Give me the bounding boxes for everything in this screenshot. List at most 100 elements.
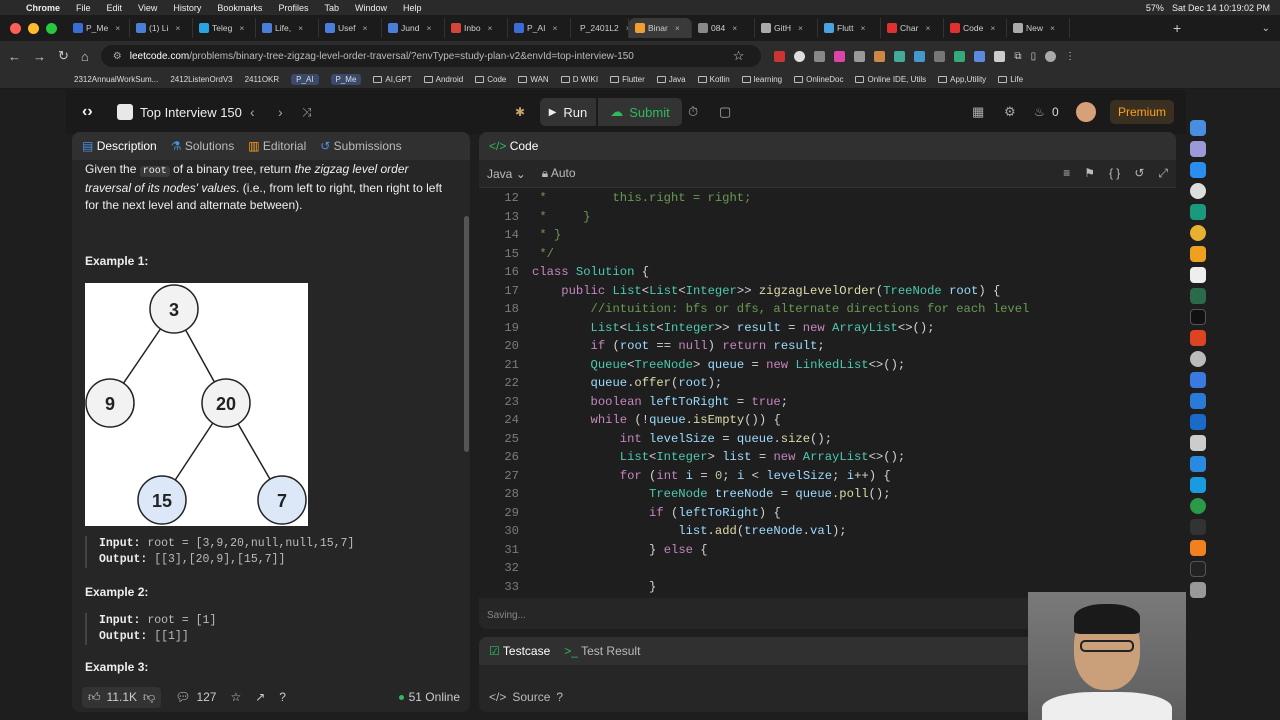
help-circle-icon[interactable]: ? [556, 690, 563, 704]
bookmark-item[interactable]: Kotlin [697, 75, 730, 84]
close-tab-icon[interactable]: × [1050, 23, 1055, 33]
app-icon[interactable] [1190, 372, 1206, 388]
menu-window[interactable]: Window [355, 3, 387, 13]
app-icon[interactable] [1190, 498, 1206, 514]
chrome-icon[interactable] [1190, 225, 1206, 241]
code-line[interactable]: 16 class Solution { [479, 263, 1176, 282]
language-select[interactable]: Java ⌄ [487, 167, 526, 181]
extension-icon[interactable] [794, 50, 806, 62]
leetcode-logo-icon[interactable]: ‹› [82, 103, 93, 121]
bookmark-item[interactable]: OnlineDoc [794, 75, 843, 84]
bookmark-item[interactable]: Life [998, 75, 1023, 84]
close-tab-icon[interactable]: × [675, 23, 680, 33]
reset-icon[interactable]: ↺ [1134, 166, 1144, 181]
tab-description[interactable]: ▤ Description [82, 139, 157, 153]
bookmark-item[interactable]: 2312AnnualWorkSum... [74, 75, 158, 84]
app-icon[interactable] [1190, 351, 1206, 367]
shuffle-icon[interactable]: ⤨ [302, 105, 312, 120]
new-tab-button[interactable]: + [1173, 20, 1181, 36]
browser-tab[interactable]: 084 × [692, 18, 755, 38]
browser-tab[interactable]: GitH × [755, 18, 818, 38]
code-line[interactable]: 20 if (root == null) return result; [479, 337, 1176, 356]
bookmark-item[interactable]: Android [423, 75, 463, 84]
code-line[interactable]: 17 public List<List<Integer>> zigzagLeve… [479, 282, 1176, 301]
battery-percent[interactable]: 57% [1146, 3, 1164, 13]
close-window-button[interactable] [10, 22, 21, 34]
url-bar[interactable]: ⚙ leetcode.com/problems/binary-tree-zigz… [100, 45, 761, 67]
code-line[interactable]: 31 } else { [479, 541, 1176, 560]
menu-view[interactable]: View [138, 3, 157, 13]
menu-history[interactable]: History [173, 3, 201, 13]
extension-icon[interactable] [774, 50, 786, 62]
premium-button[interactable]: Premium [1110, 100, 1174, 124]
extension-icon[interactable] [834, 50, 846, 62]
submit-button[interactable]: ☁ Submit [598, 98, 682, 126]
launchpad-icon[interactable] [1190, 141, 1206, 157]
browser-tab[interactable]: (1) Li × [130, 18, 193, 38]
outlook-icon[interactable] [1190, 414, 1206, 430]
app-icon[interactable] [1190, 246, 1206, 262]
extension-icon[interactable] [974, 50, 986, 62]
bookmark-item[interactable]: learning [741, 75, 782, 84]
reload-icon[interactable]: ↻ [58, 48, 69, 64]
close-tab-icon[interactable]: × [239, 23, 244, 33]
close-tab-icon[interactable]: × [552, 23, 557, 33]
run-button[interactable]: ▶ Run [540, 98, 596, 126]
streak-flame-icon[interactable]: ♨ [1034, 105, 1045, 119]
close-tab-icon[interactable]: × [362, 23, 367, 33]
site-info-icon[interactable]: ⚙ [113, 51, 122, 62]
browser-tab[interactable]: Code × [944, 18, 1007, 38]
code-line[interactable]: 22 queue.offer(root); [479, 374, 1176, 393]
browser-tab[interactable]: Teleg × [193, 18, 256, 38]
finder-icon[interactable] [1190, 120, 1206, 136]
menu-help[interactable]: Help [403, 3, 422, 13]
code-tab[interactable]: </> Code [489, 139, 538, 153]
code-line[interactable]: 13 * } [479, 208, 1176, 227]
tab-test-result[interactable]: >_ Test Result [564, 644, 640, 658]
browser-tab[interactable]: Char × [881, 18, 944, 38]
close-tab-icon[interactable]: × [861, 23, 866, 33]
extensions-puzzle-icon[interactable]: ⧉ [1014, 51, 1021, 62]
app-icon[interactable] [1190, 561, 1206, 577]
timer-icon[interactable]: ⏱ [688, 104, 698, 120]
extension-icon[interactable] [894, 50, 906, 62]
typora-icon[interactable] [1190, 267, 1206, 283]
bookmark-item[interactable]: Code [475, 75, 506, 84]
bookmark-item[interactable]: Flutter [610, 75, 645, 84]
code-line[interactable]: 24 while (!queue.isEmpty()) { [479, 411, 1176, 430]
app-icon[interactable] [1190, 204, 1206, 220]
thumbs-down-icon[interactable]: 👎︎ [143, 690, 155, 705]
tab-search-icon[interactable]: ⌄ [1262, 23, 1270, 34]
browser-tab[interactable]: P_2401L2× [571, 18, 629, 38]
minimize-window-button[interactable] [28, 22, 39, 34]
code-line[interactable]: 26 List<Integer> list = new ArrayList<>(… [479, 448, 1176, 467]
extension-icon[interactable] [874, 50, 886, 62]
bookmark-star-icon[interactable]: ☆ [733, 48, 745, 64]
help-icon[interactable]: ? [279, 690, 286, 704]
browser-tab[interactable]: P_Me × [67, 18, 130, 38]
chatgpt-icon[interactable] [1190, 183, 1206, 199]
like-button[interactable]: 👍︎ 11.1K 👎︎ [82, 686, 162, 708]
code-line[interactable]: 27 for (int i = 0; i < levelSize; i++) { [479, 467, 1176, 486]
browser-tab[interactable]: Usef × [319, 18, 382, 38]
extension-icon[interactable] [934, 50, 946, 62]
browser-tab[interactable]: Flutt × [818, 18, 881, 38]
source-link[interactable]: </> Source ? [489, 690, 563, 704]
tab-submissions[interactable]: ↺ Submissions [320, 139, 401, 153]
close-tab-icon[interactable]: × [990, 23, 995, 33]
study-plan-title[interactable]: Top Interview 150 [140, 105, 242, 120]
close-tab-icon[interactable]: × [426, 23, 431, 33]
share-icon[interactable]: ↗ [255, 690, 265, 704]
close-tab-icon[interactable]: × [732, 23, 737, 33]
prev-problem-icon[interactable]: ‹ [250, 104, 255, 120]
close-tab-icon[interactable]: × [925, 23, 930, 33]
browser-tab[interactable]: New × [1007, 18, 1070, 38]
app-name[interactable]: Chrome [26, 3, 60, 13]
menu-profiles[interactable]: Profiles [278, 3, 308, 13]
next-problem-icon[interactable]: › [278, 104, 283, 120]
braces-icon[interactable]: { } [1109, 166, 1120, 181]
chrome-menu-icon[interactable]: ⋮ [1065, 51, 1075, 62]
description-scrollbar[interactable] [464, 216, 469, 452]
settings-gear-icon[interactable]: ⚙ [1004, 104, 1016, 120]
format-icon[interactable]: ≡ [1063, 166, 1070, 181]
